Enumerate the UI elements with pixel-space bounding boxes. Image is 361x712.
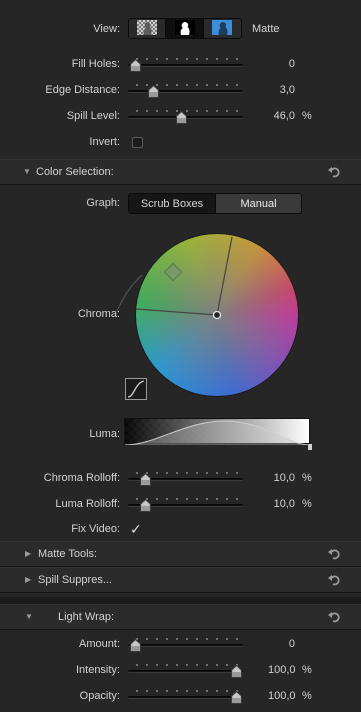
reset-icon[interactable] — [327, 610, 341, 624]
disclosure-triangle-icon[interactable]: ▼ — [23, 167, 31, 176]
chroma-rolloff-slider[interactable] — [128, 470, 243, 486]
param-label: Opacity: — [79, 690, 120, 702]
spill-level-slider[interactable] — [128, 108, 243, 124]
section-title: Light Wrap: — [58, 611, 115, 623]
section-title: Matte Tools: — [38, 548, 98, 560]
param-unit: % — [302, 498, 312, 510]
disclosure-triangle-icon[interactable]: ▼ — [25, 612, 33, 621]
amount-slider[interactable] — [128, 636, 243, 652]
graph-option-scrub-boxes[interactable]: Scrub Boxes — [129, 194, 216, 213]
disclosure-triangle-icon[interactable]: ▶ — [25, 575, 31, 584]
param-label: Luma Rolloff: — [55, 498, 120, 510]
graph-option-manual[interactable]: Manual — [216, 194, 301, 213]
param-row-luma-rolloff: Luma Rolloff: 10,0 % — [0, 496, 361, 514]
section-spill-suppression[interactable]: ▶ Spill Suppres... — [0, 567, 361, 593]
section-divider — [0, 597, 361, 604]
fix-video-checkbox[interactable]: ✓ — [130, 521, 142, 538]
param-value[interactable]: 0 — [268, 638, 295, 650]
param-value[interactable]: 100,0 — [268, 690, 296, 702]
luma-graph[interactable] — [124, 418, 311, 445]
keyed-view-button[interactable] — [203, 19, 241, 38]
graph-row: Graph: Scrub Boxes Manual — [0, 193, 361, 215]
slider-knob[interactable] — [148, 85, 160, 98]
param-unit: % — [302, 472, 312, 484]
view-mode-label: Matte — [252, 23, 280, 35]
luma-handle[interactable] — [308, 444, 312, 450]
section-light-wrap[interactable]: ▼ Light Wrap: — [0, 604, 361, 630]
param-row-fill-holes: Fill Holes: 0 — [0, 56, 361, 74]
param-value[interactable]: 46,0 — [268, 110, 295, 122]
keyed-view-icon — [212, 19, 233, 38]
param-value[interactable]: 3,0 — [268, 84, 295, 96]
invert-row: Invert: — [0, 134, 361, 152]
view-mode-selector[interactable] — [128, 18, 242, 39]
luma-curve-toggle-icon[interactable] — [125, 378, 147, 400]
param-value[interactable]: 0 — [268, 58, 295, 70]
param-label: Chroma Rolloff: — [43, 472, 120, 484]
luma-rolloff-slider[interactable] — [128, 496, 243, 512]
composite-view-icon — [137, 19, 158, 38]
luma-label: Luma: — [89, 428, 120, 440]
section-title: Spill Suppres... — [38, 574, 112, 586]
slider-knob[interactable] — [140, 473, 152, 486]
intensity-slider[interactable] — [128, 662, 243, 678]
view-row: View: Matte — [0, 18, 361, 40]
section-matte-tools[interactable]: ▶ Matte Tools: — [0, 541, 361, 567]
param-value[interactable]: 10,0 — [268, 472, 295, 484]
slider-knob[interactable] — [231, 665, 242, 678]
reset-icon[interactable] — [327, 573, 341, 587]
param-value[interactable]: 100,0 — [268, 664, 296, 676]
graph-label: Graph: — [86, 197, 120, 209]
disclosure-triangle-icon[interactable]: ▶ — [25, 549, 31, 558]
matte-view-button[interactable] — [166, 19, 204, 38]
opacity-slider[interactable] — [128, 688, 243, 704]
param-label: Spill Level: — [66, 110, 120, 122]
param-label: Fill Holes: — [71, 58, 120, 70]
param-row-edge-distance: Edge Distance: 3,0 — [0, 82, 361, 100]
param-unit: % — [302, 690, 312, 702]
param-row-opacity: Opacity: 100,0 % — [0, 688, 361, 706]
matte-view-icon — [174, 19, 195, 38]
view-label: View: — [93, 23, 120, 35]
param-unit: % — [302, 664, 312, 676]
param-label: Amount: — [79, 638, 120, 650]
slider-knob[interactable] — [130, 639, 141, 652]
param-unit: % — [302, 110, 312, 122]
slider-knob[interactable] — [140, 499, 152, 512]
param-label: Intensity: — [75, 664, 120, 676]
param-value[interactable]: 10,0 — [268, 498, 295, 510]
param-label: Edge Distance: — [45, 84, 120, 96]
section-title: Color Selection: — [36, 166, 114, 178]
graph-mode-selector[interactable]: Scrub Boxes Manual — [128, 193, 302, 214]
invert-checkbox[interactable] — [132, 137, 143, 148]
invert-label: Invert: — [89, 136, 120, 148]
param-row-chroma-rolloff: Chroma Rolloff: 10,0 % — [0, 470, 361, 488]
param-row-spill-level: Spill Level: 46,0 % — [0, 108, 361, 126]
slider-knob[interactable] — [130, 59, 141, 72]
reset-icon[interactable] — [327, 165, 341, 179]
section-color-selection[interactable]: ▼ Color Selection: — [0, 159, 361, 185]
luma-row: Luma: — [0, 418, 361, 450]
fill-holes-slider[interactable] — [128, 56, 243, 72]
param-row-amount: Amount: 0 — [0, 636, 361, 654]
edge-distance-slider[interactable] — [128, 82, 243, 98]
fix-video-label: Fix Video: — [71, 523, 120, 535]
param-row-intensity: Intensity: 100,0 % — [0, 662, 361, 680]
slider-knob[interactable] — [231, 691, 242, 704]
reset-icon[interactable] — [327, 547, 341, 561]
composite-view-button[interactable] — [129, 19, 167, 38]
fix-video-row: Fix Video: ✓ — [0, 521, 361, 539]
slider-knob[interactable] — [176, 111, 188, 124]
